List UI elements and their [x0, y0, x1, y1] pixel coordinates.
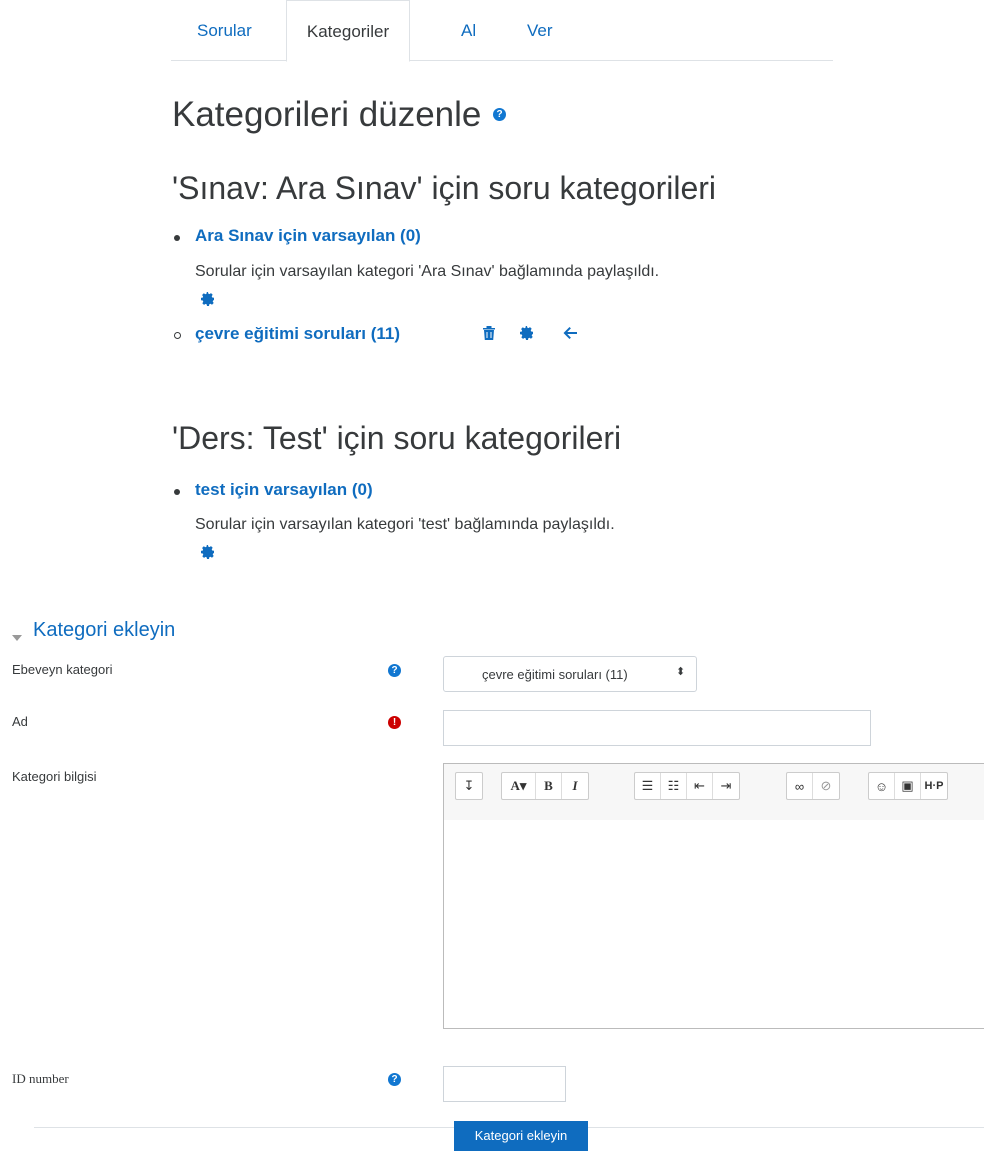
toolbar-group: A▾ B I: [501, 772, 589, 800]
idnumber-label: ID number: [12, 1071, 69, 1086]
toolbar-group: ↧: [455, 772, 483, 800]
italic-icon[interactable]: I: [562, 773, 588, 799]
category-info-label: Kategori bilgisi: [12, 769, 97, 784]
bold-icon[interactable]: B: [536, 773, 562, 799]
section-heading-course: 'Ders: Test' için soru kategorileri: [172, 420, 622, 456]
help-icon[interactable]: ?: [388, 664, 401, 677]
trash-icon[interactable]: [482, 325, 496, 346]
tab-sorular[interactable]: Sorular: [197, 0, 252, 59]
h5p-icon[interactable]: H·P: [921, 773, 947, 799]
tab-bar: Sorular Kategoriler Al Ver: [171, 0, 833, 62]
image-icon[interactable]: ▣: [895, 773, 921, 799]
font-style-icon[interactable]: A▾: [502, 773, 536, 799]
submit-button[interactable]: Kategori ekleyin: [454, 1121, 588, 1151]
gear-icon[interactable]: [519, 325, 535, 346]
form-section-title[interactable]: Kategori ekleyin: [33, 619, 175, 642]
toolbar-group: ☰ ☷ ⇤ ⇥: [634, 772, 740, 800]
required-icon: !: [388, 716, 401, 729]
unlink-icon[interactable]: ⊘: [813, 773, 839, 799]
toolbar-toggle-icon[interactable]: ↧: [456, 773, 482, 799]
tab-ver[interactable]: Ver: [527, 0, 553, 59]
indent-icon[interactable]: ⇥: [713, 773, 739, 799]
tab-kategoriler[interactable]: Kategoriler: [286, 0, 410, 62]
toolbar-group: ∞ ⊘: [786, 772, 840, 800]
link-icon[interactable]: ∞: [787, 773, 813, 799]
unordered-list-icon[interactable]: ☰: [635, 773, 661, 799]
category-link-test[interactable]: test için varsayılan (0): [195, 480, 373, 500]
name-label: Ad: [12, 714, 28, 729]
collapse-triangle-icon[interactable]: [12, 630, 22, 648]
gear-icon[interactable]: [200, 291, 216, 312]
category-link-cevre[interactable]: çevre eğitimi soruları (11): [195, 324, 400, 344]
ordered-list-icon[interactable]: ☷: [661, 773, 687, 799]
emoticon-icon[interactable]: ☺: [869, 773, 895, 799]
parent-category-label: Ebeveyn kategori: [12, 662, 113, 677]
category-info-editor: ↧ A▾ B I ☰ ☷ ⇤ ⇥ ∞ ⊘ ☺ ▣ H·P: [443, 763, 984, 1029]
arrow-left-icon[interactable]: [562, 325, 578, 346]
sublist-bullet: [174, 332, 181, 339]
outdent-icon[interactable]: ⇤: [687, 773, 713, 799]
gear-icon[interactable]: [200, 544, 216, 565]
list-bullet: [174, 235, 180, 241]
toolbar-group: ☺ ▣ H·P: [868, 772, 948, 800]
name-input[interactable]: [443, 710, 871, 746]
idnumber-input[interactable]: [443, 1066, 566, 1102]
page-title: Kategorileri düzenle ?: [172, 95, 507, 135]
select-arrows-icon: ⬍: [676, 666, 686, 678]
parent-category-select[interactable]: çevre eğitimi soruları (11) ⬍: [443, 656, 697, 692]
editor-content-area[interactable]: [444, 820, 984, 1028]
category-description: Sorular için varsayılan kategori 'Ara Sı…: [195, 263, 660, 280]
list-bullet: [174, 489, 180, 495]
category-description: Sorular için varsayılan kategori 'test' …: [195, 516, 615, 533]
editor-toolbar: ↧ A▾ B I ☰ ☷ ⇤ ⇥ ∞ ⊘ ☺ ▣ H·P: [444, 764, 984, 821]
tab-al[interactable]: Al: [461, 0, 476, 59]
category-link-ara-sinav[interactable]: Ara Sınav için varsayılan (0): [195, 226, 421, 246]
help-icon[interactable]: ?: [493, 108, 507, 122]
help-icon[interactable]: ?: [388, 1073, 401, 1086]
section-heading-quiz: 'Sınav: Ara Sınav' için soru kategoriler…: [172, 170, 717, 206]
